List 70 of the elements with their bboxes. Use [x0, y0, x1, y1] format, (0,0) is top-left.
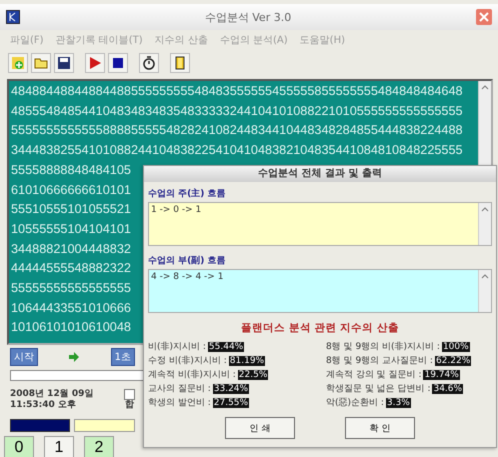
checkbox[interactable]: [124, 389, 135, 400]
start-button[interactable]: 시작: [10, 348, 38, 366]
stat-value: 62.22%: [434, 356, 472, 366]
code-row-text: 55558888848484105: [11, 162, 131, 179]
section-label: 수업의 부(副) 흐름: [148, 254, 226, 267]
interval-label: 1초: [110, 348, 135, 366]
stopwatch-icon: [141, 55, 157, 71]
window-title: 수업분석 Ver 3.0: [204, 10, 292, 24]
time-text: 11:53:40 오후: [10, 400, 77, 411]
code-row-text: 5555555555555888855555482824108244834410448348284855444838224488: [11, 122, 463, 140]
code-row-text: 10644433551010666: [11, 300, 131, 317]
app-icon: [6, 10, 20, 24]
ok-button[interactable]: 확 인: [345, 417, 415, 439]
stat-label: 수정 비(非)지시비 :: [148, 354, 227, 367]
stat-value: 81.19%: [228, 356, 266, 366]
code-row-text: 34488821004448832: [11, 240, 131, 258]
date-text: 2008년 12월 09일: [10, 389, 94, 400]
status-box: [10, 419, 70, 432]
code-row-text: 61010666666610101: [11, 182, 131, 199]
code-row-text: 55555555555555555: [11, 280, 131, 298]
code-row-text: 4848844884488448855555555548483555555455555855555555484848484648: [11, 83, 463, 100]
code-row-text: 10555555104104101: [11, 220, 131, 238]
stopwatch-button[interactable]: [139, 53, 159, 73]
new-file-icon: [10, 55, 26, 71]
stat-label: 학생질문 및 넓은 답변비 :: [326, 383, 430, 395]
stat-value: 3.3%: [386, 398, 411, 408]
stat-label: 악(惡)순환비 :: [326, 396, 384, 409]
stat-value: 22.5%: [238, 370, 268, 380]
stat-label: 학생의 발언비 :: [148, 397, 211, 409]
code-row-text: 44444555548882322: [11, 260, 131, 278]
stat-value: 55.44%: [208, 342, 244, 352]
main-flow-field[interactable]: 1 -> 0 -> 1: [148, 202, 492, 246]
stat-value: 100%: [442, 342, 470, 352]
stat-value: 19.74%: [423, 370, 460, 380]
code-row-text: 55510555101055521: [11, 201, 131, 218]
save-icon: [56, 55, 72, 71]
play-icon: [87, 55, 103, 71]
scrollbar[interactable]: [478, 203, 491, 245]
number-button[interactable]: 0: [4, 436, 34, 457]
sub-flow-field[interactable]: 4 -> 8 -> 4 -> 1: [148, 269, 492, 313]
code-row-text: 4855548485441048348348354833333244104101088221010555555555555555: [11, 102, 463, 120]
section-heading: 플랜더스 분석 관련 지수의 산출: [240, 321, 400, 335]
number-button[interactable]: 1: [44, 436, 74, 457]
stat-label: 교사의 질문비 :: [148, 383, 211, 395]
dialog-title: 수업분석 전체 결과 및 출력: [144, 166, 496, 182]
stat-value: 33.24%: [212, 384, 250, 394]
input-field[interactable]: [74, 419, 135, 432]
code-row-text: 10106101010610048: [11, 319, 131, 336]
stat-value: 34.6%: [432, 384, 464, 394]
stat-label: 계속적 비(非)지시비 :: [148, 368, 236, 381]
play-button[interactable]: [85, 53, 105, 73]
arrow-icon: [69, 352, 80, 362]
print-button[interactable]: 인 쇄: [225, 417, 295, 439]
new-file-button[interactable]: [8, 53, 28, 73]
close-icon[interactable]: [476, 9, 492, 25]
stat-label: 8행 및 9행의 비(非)지시비 :: [326, 340, 440, 353]
stop-button[interactable]: [108, 53, 128, 73]
folder-button[interactable]: [31, 53, 51, 73]
stop-icon: [110, 55, 126, 71]
scrollbar[interactable]: [478, 270, 491, 312]
stat-label: 계속적 강의 및 질문비 :: [326, 369, 422, 381]
stat-label: 8행 및 9행의 교사질문비 :: [326, 355, 433, 367]
stat-value: 27.55%: [212, 398, 250, 408]
stat-label: 비(非)지시비 :: [148, 340, 206, 353]
code-row-text: 3444838255410108824410483822541041048382104835441084810848225555: [11, 142, 463, 160]
save-button[interactable]: [54, 53, 74, 73]
number-button[interactable]: 2: [84, 436, 114, 457]
section-label: 수업의 주(主) 흐름: [148, 187, 226, 200]
checkbox-label: 합: [125, 400, 134, 411]
door-button[interactable]: [170, 53, 190, 73]
